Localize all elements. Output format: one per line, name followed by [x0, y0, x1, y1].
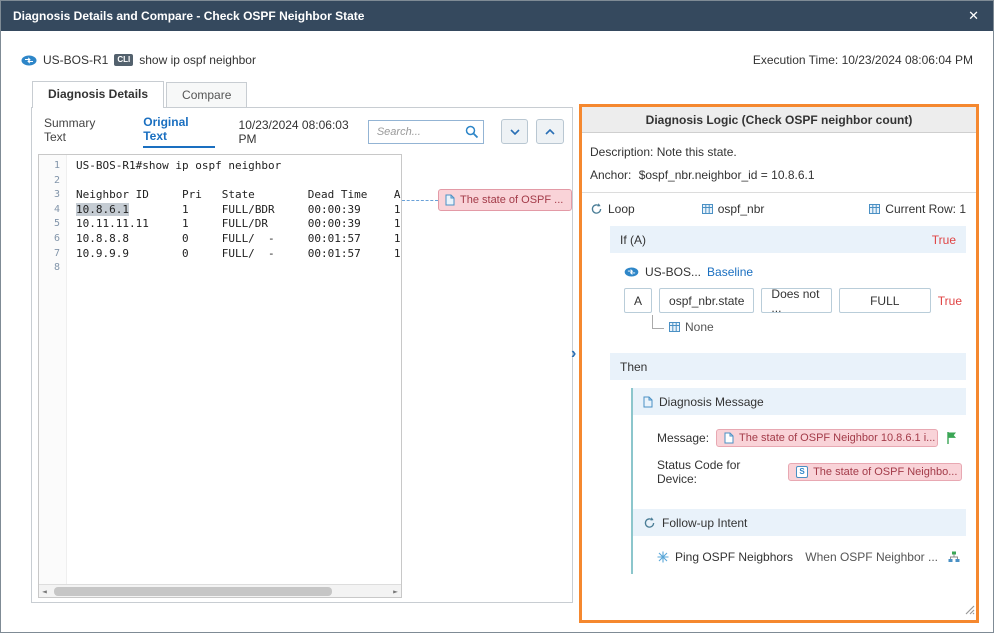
device-icon	[624, 267, 639, 277]
message-rows: Message: The state of OSPF Neighbor 10.8…	[633, 415, 966, 501]
condition-operator-box: Does not ...	[761, 288, 831, 313]
status-code-text: The state of OSPF Neighbo...	[813, 466, 957, 478]
follow-up-title: Follow-up Intent	[662, 516, 747, 530]
table-icon	[702, 204, 713, 214]
loop-row: Loop ospf_nbr Current Row: 1	[590, 202, 968, 216]
annotation-text: The state of OSPF ...	[460, 194, 563, 206]
chevron-up-icon	[545, 129, 555, 135]
description-label: Description:	[590, 145, 653, 159]
intent-link[interactable]: Ping OSPF Neigbhors	[675, 550, 793, 564]
tab-compare[interactable]: Compare	[166, 82, 247, 108]
next-match-button[interactable]	[501, 119, 529, 144]
scroll-right-icon[interactable]: ►	[393, 585, 398, 598]
intent-condition: When OSPF Neighbor ...	[805, 550, 938, 564]
document-icon	[724, 432, 734, 444]
follow-up-header[interactable]: Follow-up Intent	[633, 509, 966, 536]
diagnosis-message-header[interactable]: Diagnosis Message	[633, 388, 966, 415]
chevron-down-icon	[510, 129, 520, 135]
description-row: Description: Note this state.	[590, 145, 968, 159]
device-name: US-BOS-R1	[43, 53, 108, 67]
if-header[interactable]: If (A) True	[610, 226, 966, 253]
search-icon[interactable]	[465, 125, 479, 139]
green-flag-icon[interactable]	[945, 431, 958, 445]
tree-connector	[652, 315, 664, 329]
viewer-controls: Summary Text Original Text 10/23/2024 08…	[44, 118, 564, 145]
close-icon[interactable]: ✕	[968, 1, 979, 31]
status-code-icon: S	[796, 466, 808, 478]
message-badge[interactable]: The state of OSPF Neighbor 10.8.6.1 i...	[716, 429, 938, 447]
loop-icon	[590, 203, 603, 215]
divider	[582, 192, 976, 193]
diagnosis-message-title: Diagnosis Message	[659, 395, 764, 409]
current-row-indicator: Current Row: 1	[869, 202, 966, 216]
code-lines: US-BOS-R1#show ip ospf neighbor Neighbor…	[68, 155, 401, 584]
condition-value-box: FULL	[839, 288, 931, 313]
status-code-label: Status Code for Device:	[657, 458, 781, 486]
diagnosis-logic-panel: Diagnosis Logic (Check OSPF neighbor cou…	[579, 104, 979, 623]
anchor-label: Anchor:	[590, 168, 631, 182]
cli-badge: CLI	[114, 54, 133, 66]
none-label: None	[685, 320, 714, 334]
ping-icon	[657, 551, 669, 563]
prev-match-button[interactable]	[536, 119, 564, 144]
table-icon	[869, 204, 880, 214]
device-command-row: US-BOS-R1 CLI show ip ospf neighbor Exec…	[21, 51, 973, 69]
condition-device-name: US-BOS...	[645, 265, 701, 279]
if-result: True	[932, 233, 956, 247]
loop-variable[interactable]: ospf_nbr	[702, 202, 765, 216]
code-viewer: 12345678 US-BOS-R1#show ip ospf neighbor…	[38, 154, 402, 598]
command-text: show ip ospf neighbor	[139, 53, 256, 67]
output-timestamp: 10/23/2024 08:06:03 PM	[239, 118, 368, 146]
annotation-badge[interactable]: The state of OSPF ...	[438, 189, 572, 211]
loop-icon	[643, 517, 656, 529]
tab-bar: Diagnosis Details Compare	[32, 81, 249, 108]
condition-id-box: A	[624, 288, 652, 313]
resize-gripper[interactable]	[964, 602, 975, 620]
baseline-link[interactable]: Baseline	[707, 265, 753, 279]
status-code-row: Status Code for Device: S The state of O…	[657, 458, 962, 486]
logic-panel-title: Diagnosis Logic (Check OSPF neighbor cou…	[582, 107, 976, 133]
scrollbar-thumb[interactable]	[54, 587, 332, 596]
status-code-badge[interactable]: S The state of OSPF Neighbo...	[788, 463, 962, 481]
collapse-panel-icon[interactable]: ›	[571, 345, 576, 363]
loop-label: Loop	[608, 202, 635, 216]
diagnosis-dialog: Diagnosis Details and Compare - Check OS…	[0, 0, 994, 633]
annotation-connector	[402, 200, 438, 201]
logic-panel-body: Description: Note this state. Anchor: $o…	[582, 133, 976, 580]
horizontal-scrollbar[interactable]: ◄ ►	[39, 584, 401, 597]
if-label: If (A)	[620, 233, 646, 247]
anchor-row: Anchor: $ospf_nbr.neighbor_id = 10.8.6.1	[590, 168, 968, 182]
condition-row: A ospf_nbr.state Does not ... FULL True	[624, 288, 964, 313]
titlebar: Diagnosis Details and Compare - Check OS…	[1, 1, 993, 31]
document-icon	[643, 396, 653, 408]
execution-time: Execution Time: 10/23/2024 08:06:04 PM	[753, 53, 973, 67]
scroll-left-icon[interactable]: ◄	[42, 585, 47, 598]
if-content: US-BOS... Baseline A ospf_nbr.state Does…	[610, 253, 966, 340]
then-children: Diagnosis Message Message: The state of …	[631, 388, 966, 574]
message-text: The state of OSPF Neighbor 10.8.6.1 i...	[739, 432, 935, 444]
description-value: Note this state.	[657, 145, 737, 159]
none-row: None	[652, 316, 964, 338]
original-text-tab[interactable]: Original Text	[143, 115, 214, 148]
search-box	[368, 120, 484, 144]
table-icon	[669, 322, 680, 332]
tab-diagnosis-details[interactable]: Diagnosis Details	[32, 81, 164, 108]
condition-result: True	[938, 294, 962, 308]
device-icon	[21, 55, 37, 66]
decision-tree-icon[interactable]	[948, 551, 960, 563]
condition-variable-box: ospf_nbr.state	[659, 288, 754, 313]
dialog-title: Diagnosis Details and Compare - Check OS…	[13, 1, 364, 31]
diagnosis-details-panel: Summary Text Original Text 10/23/2024 08…	[31, 107, 573, 603]
message-label: Message:	[657, 431, 709, 445]
code-gutter: 12345678	[39, 155, 67, 584]
then-header[interactable]: Then	[610, 353, 966, 380]
condition-device-row: US-BOS... Baseline	[624, 265, 964, 279]
message-row: Message: The state of OSPF Neighbor 10.8…	[657, 429, 962, 447]
anchor-value: $ospf_nbr.neighbor_id = 10.8.6.1	[639, 168, 815, 182]
if-section: If (A) True US-BOS... Baseline A ospf_nb…	[610, 226, 966, 340]
document-icon	[445, 194, 455, 206]
intent-row: Ping OSPF Neigbhors When OSPF Neighbor .…	[633, 536, 966, 574]
summary-text-tab[interactable]: Summary Text	[44, 116, 119, 147]
